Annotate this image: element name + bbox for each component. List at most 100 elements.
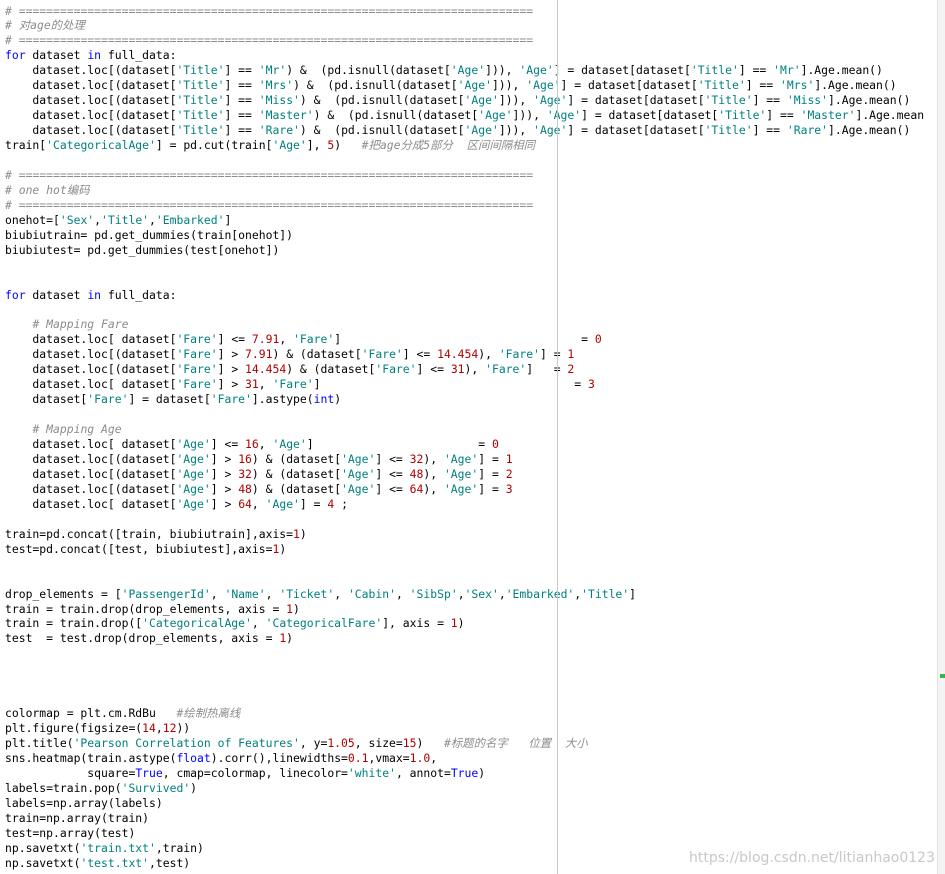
code-line[interactable]: train=pd.concat([train, biubiutrain],axi…	[5, 527, 307, 542]
code-token-text: ) & (pd.isnull(dataset[	[286, 63, 451, 78]
code-token-text: train=np.array(train)	[5, 810, 150, 825]
code-line[interactable]: dataset.loc[ dataset['Fare'] > 31, 'Fare…	[5, 377, 595, 392]
code-token-text: ,	[498, 586, 506, 601]
code-line[interactable]: colormap = plt.cm.RdBu #绘制热离线	[5, 706, 240, 721]
code-token-number: 32	[238, 466, 252, 481]
code-line[interactable]: dataset.loc[ dataset['Age'] > 64, 'Age']…	[5, 497, 348, 512]
code-line[interactable]: train = train.drop(['CategoricalAge', 'C…	[5, 616, 465, 631]
code-token-string: 'Mrs'	[780, 78, 815, 93]
code-token-string: 'Title'	[176, 108, 225, 123]
code-token-text: np.savetxt(	[5, 840, 81, 855]
code-token-text: ].astype(	[251, 392, 314, 407]
code-line[interactable]: dataset.loc[(dataset['Title'] == 'Master…	[5, 108, 924, 123]
code-line[interactable]: dataset.loc[(dataset['Fare'] > 14.454) &…	[5, 362, 574, 377]
code-line[interactable]: train=np.array(train)	[5, 811, 149, 826]
code-editor[interactable]: # ======================================…	[0, 0, 945, 874]
code-token-comment: # one hot编码	[5, 182, 90, 197]
code-token-string: 'Age'	[464, 93, 499, 108]
code-line[interactable]: for dataset in full_data:	[5, 288, 176, 303]
code-token-text: labels=train.pop(	[5, 780, 122, 795]
code-line[interactable]: labels=train.pop('Survived')	[5, 781, 197, 796]
code-token-text: ] ==	[766, 108, 801, 123]
code-token-text: ,test)	[149, 855, 191, 870]
code-token-text: ] >	[210, 452, 239, 466]
code-line[interactable]: dataset.loc[(dataset['Age'] > 48) & (dat…	[5, 481, 512, 497]
code-line[interactable]: dataset.loc[(dataset['Title'] == 'Mrs') …	[5, 78, 896, 93]
code-token-number: 3	[587, 377, 595, 392]
code-token-text: ].Age.mean()	[800, 63, 883, 78]
code-token-text: ] >	[217, 377, 246, 392]
code-line[interactable]: labels=np.array(labels)	[5, 796, 163, 811]
code-line[interactable]: train = train.drop(drop_elements, axis =…	[5, 602, 300, 617]
code-line[interactable]: dataset.loc[(dataset['Title'] == 'Miss')…	[5, 93, 910, 108]
code-line[interactable]: dataset.loc[(dataset['Title'] == 'Rare')…	[5, 123, 910, 138]
code-line[interactable]: plt.title('Pearson Correlation of Featur…	[5, 736, 588, 751]
code-token-string: 'Age'	[533, 123, 568, 138]
code-token-text: )	[334, 138, 362, 153]
code-token-string: 'Title'	[581, 586, 630, 601]
code-token-text: ] >	[210, 496, 239, 511]
code-token-text: ] = dataset[dataset[	[567, 93, 705, 108]
code-line[interactable]: sns.heatmap(train.astype(float).corr(),l…	[5, 751, 437, 766]
code-token-number: 0	[491, 437, 499, 452]
code-token-number: 1.0	[409, 751, 431, 765]
code-token-text: test = test.drop(drop_elements, axis =	[5, 631, 280, 646]
code-line[interactable]: # Mapping Fare	[5, 317, 128, 332]
code-token-text: full_data:	[101, 287, 177, 302]
code-token-string: 'Title'	[176, 93, 225, 108]
code-line[interactable]: # ======================================…	[5, 33, 533, 48]
code-line[interactable]: biubiutrain= pd.get_dummies(train[onehot…	[5, 228, 293, 243]
code-line[interactable]: onehot=['Sex','Title','Embarked']	[5, 213, 231, 228]
code-token-text: ,	[334, 586, 348, 601]
code-line[interactable]: dataset['Fare'] = dataset['Fare'].astype…	[5, 392, 341, 407]
code-line[interactable]: # ======================================…	[5, 198, 533, 213]
code-line[interactable]: dataset.loc[ dataset['Fare'] <= 7.91, 'F…	[5, 332, 601, 347]
code-line[interactable]: dataset.loc[(dataset['Age'] > 16) & (dat…	[5, 452, 512, 467]
code-line[interactable]: dataset.loc[(dataset['Title'] == 'Mr') &…	[5, 63, 883, 78]
code-token-number: 14.454	[245, 362, 287, 377]
code-token-text: ])),	[485, 63, 520, 78]
code-token-text: )	[293, 601, 300, 616]
code-token-number: 1	[567, 347, 575, 362]
code-token-number: 0.1	[347, 751, 369, 765]
code-line[interactable]: for dataset in full_data:	[5, 48, 176, 63]
code-line[interactable]: # 对age的处理	[5, 18, 85, 33]
code-line[interactable]: test=np.array(test)	[5, 826, 135, 841]
code-token-string: 'Age'	[341, 466, 376, 481]
code-token-string: 'Age'	[341, 481, 376, 496]
code-line[interactable]: train['CategoricalAge'] = pd.cut(train['…	[5, 138, 535, 153]
code-token-string: 'Age'	[450, 63, 486, 78]
code-token-string: 'Fare'	[498, 347, 540, 362]
code-token-text: train=pd.concat([train, biubiutrain],axi…	[5, 526, 294, 541]
code-token-string: 'Sex'	[59, 212, 95, 227]
code-line[interactable]: dataset.loc[(dataset['Fare'] > 7.91) & (…	[5, 347, 574, 362]
code-line[interactable]: # Mapping Age	[5, 422, 121, 437]
code-token-text: ] <=	[375, 452, 410, 466]
code-line[interactable]: plt.figure(figsize=(14,12))	[5, 721, 190, 736]
code-token-number: 2	[505, 466, 513, 481]
code-line[interactable]: # one hot编码	[5, 183, 90, 198]
code-line[interactable]: test = test.drop(drop_elements, axis = 1…	[5, 631, 293, 646]
code-line[interactable]: test=pd.concat([test, biubiutest],axis=1…	[5, 542, 286, 557]
code-line[interactable]: biubiutest= pd.get_dummies(test[onehot])	[5, 243, 279, 258]
code-line[interactable]: dataset.loc[ dataset['Age'] <= 16, 'Age'…	[5, 437, 499, 452]
code-token-text: ) & (pd.isnull(dataset[	[299, 123, 465, 138]
code-token-string: 'Title'	[101, 212, 150, 227]
code-line[interactable]: # ======================================…	[5, 168, 533, 183]
code-line[interactable]: square=True, cmap=colormap, linecolor='w…	[5, 766, 485, 781]
code-token-text: ),	[464, 362, 486, 377]
code-token-text: ,	[265, 586, 280, 601]
code-line[interactable]: drop_elements = ['PassengerId', 'Name', …	[5, 587, 636, 602]
vertical-scrollbar[interactable]	[937, 0, 945, 874]
code-token-text: ) & (pd.isnull(dataset[	[293, 78, 458, 93]
code-token-text: dataset	[25, 48, 88, 63]
code-token-comment: # ======================================…	[5, 33, 534, 48]
code-line[interactable]: # ======================================…	[5, 4, 533, 19]
code-token-keyword: for	[5, 48, 26, 63]
code-line[interactable]: np.savetxt('test.txt',test)	[5, 856, 190, 871]
code-token-text: ] >	[217, 362, 246, 377]
code-token-text: ] ==	[224, 108, 259, 123]
code-line[interactable]: dataset.loc[(dataset['Age'] > 32) & (dat…	[5, 466, 513, 482]
code-line[interactable]: np.savetxt('train.txt',train)	[5, 841, 204, 856]
